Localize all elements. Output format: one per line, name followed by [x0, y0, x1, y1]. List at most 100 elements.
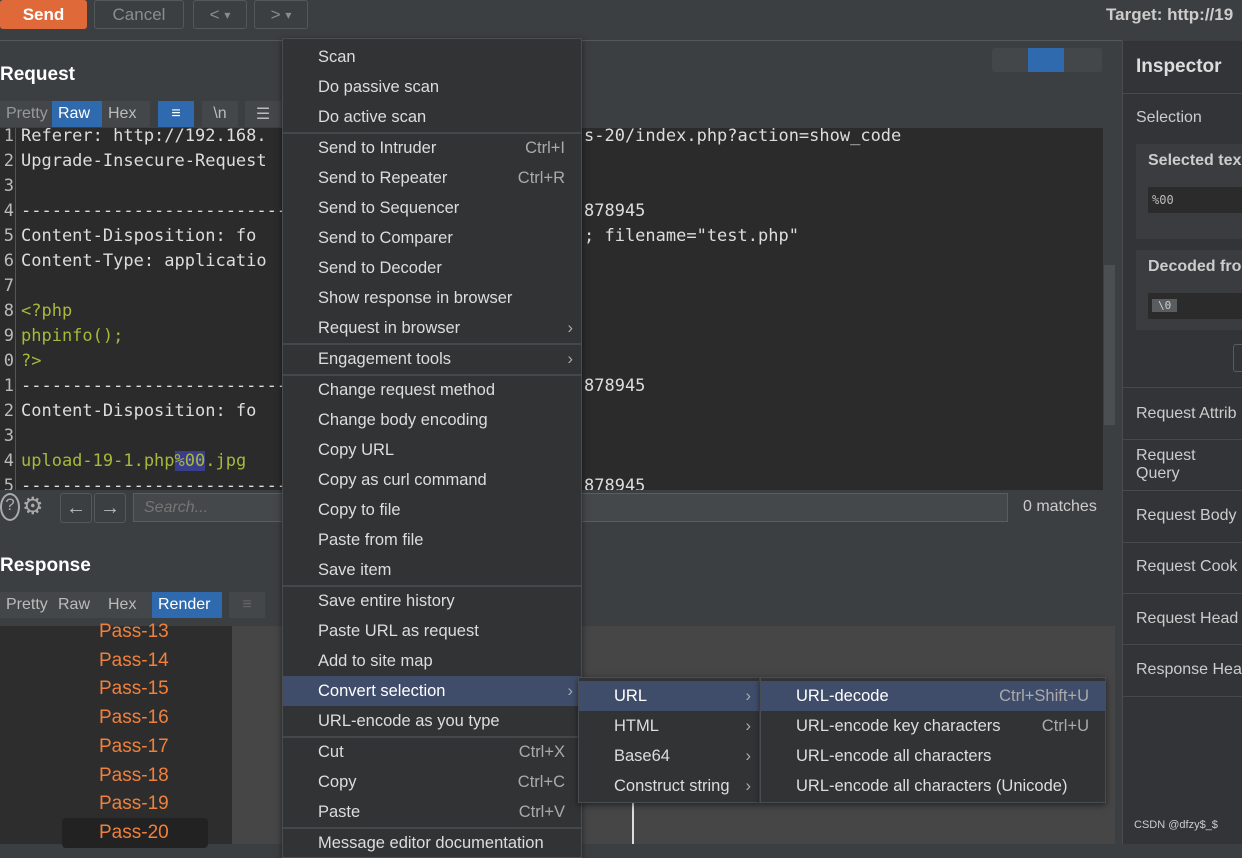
- menu-item-label: Paste from file: [318, 530, 424, 549]
- menu-item[interactable]: HTML ›: [579, 711, 759, 741]
- code-line[interactable]: upload-19-1.php%00.jpg: [21, 451, 246, 471]
- newline-toggle[interactable]: \n: [202, 101, 238, 127]
- selection-heading[interactable]: Selection: [1136, 109, 1202, 127]
- code-line[interactable]: ----------------------------: [21, 376, 308, 396]
- pass-link[interactable]: Pass-17: [99, 736, 169, 758]
- inspector-section[interactable]: Request Head: [1122, 593, 1242, 646]
- menu-item[interactable]: Scan: [283, 42, 581, 72]
- pass-link[interactable]: Pass-18: [99, 765, 169, 787]
- code-line-right[interactable]: 878945: [584, 376, 645, 396]
- menu-item[interactable]: Copy Ctrl+C: [283, 767, 581, 797]
- code-line[interactable]: ----------------------------: [21, 201, 308, 221]
- menu-item[interactable]: URL ›: [579, 681, 759, 711]
- selected-text-value[interactable]: %00: [1148, 187, 1242, 213]
- menu-item[interactable]: Base64 ›: [579, 741, 759, 771]
- menu-item[interactable]: Paste Ctrl+V: [283, 797, 581, 827]
- code-line[interactable]: Content-Disposition: fo: [21, 226, 256, 246]
- menu-item[interactable]: Save item: [283, 555, 581, 585]
- menu-item-label: Cut: [318, 742, 344, 761]
- inspector-section[interactable]: Request Query: [1122, 439, 1242, 492]
- tab-hex[interactable]: Hex: [102, 101, 150, 127]
- code-line-right[interactable]: ; filename="test.php": [584, 226, 799, 246]
- pass-link[interactable]: Pass-13: [99, 621, 169, 643]
- dropdown-icon[interactable]: ▾: [285, 8, 291, 22]
- code-line[interactable]: Referer: http://192.168.: [21, 128, 267, 146]
- menu-item[interactable]: Convert selection ›: [283, 676, 581, 706]
- menu-item[interactable]: Save entire history: [283, 586, 581, 616]
- code-line[interactable]: ----------------------------: [21, 476, 308, 490]
- next-match-button[interactable]: →: [94, 493, 126, 523]
- menu-item[interactable]: Cut Ctrl+X: [283, 737, 581, 767]
- layout-stacked-button[interactable]: [1028, 48, 1064, 72]
- tab-hex[interactable]: Hex: [102, 592, 152, 618]
- pass-link[interactable]: Pass-20: [99, 822, 169, 844]
- history-back-button[interactable]: < ▾: [193, 0, 247, 29]
- selected-text[interactable]: %00: [174, 451, 206, 471]
- menu-item[interactable]: Send to Repeater Ctrl+R: [283, 163, 581, 193]
- previous-match-button[interactable]: ←: [60, 493, 92, 523]
- menu-item[interactable]: URL-decode Ctrl+Shift+U: [761, 681, 1105, 711]
- inspector-section[interactable]: Request Attrib: [1122, 388, 1242, 440]
- menu-item[interactable]: URL-encode all characters: [761, 741, 1105, 771]
- layout-single-button[interactable]: [1064, 48, 1102, 72]
- pass-link[interactable]: Pass-14: [99, 650, 169, 672]
- cancel-button[interactable]: Cancel: [94, 0, 184, 29]
- apply-button[interactable]: [1233, 344, 1242, 372]
- code-line[interactable]: Content-Disposition: fo: [21, 401, 256, 421]
- wrap-lines-icon[interactable]: ≡: [229, 592, 265, 618]
- scrollbar[interactable]: [1104, 265, 1115, 425]
- menu-item[interactable]: Construct string ›: [579, 771, 759, 801]
- settings-gear-icon[interactable]: ⚙: [22, 492, 44, 521]
- menu-item[interactable]: Send to Intruder Ctrl+I: [283, 133, 581, 163]
- code-line[interactable]: Upgrade-Insecure-Request: [21, 151, 267, 171]
- decoded-field[interactable]: \0: [1148, 293, 1242, 319]
- inspector-section[interactable]: Response Hea: [1122, 645, 1242, 697]
- menu-item[interactable]: URL-encode key characters Ctrl+U: [761, 711, 1105, 741]
- wrap-lines-icon[interactable]: ≡: [158, 101, 194, 127]
- menu-item[interactable]: Copy as curl command: [283, 465, 581, 495]
- inspector-section[interactable]: Request Cook: [1122, 542, 1242, 594]
- help-icon[interactable]: ?: [0, 493, 20, 521]
- pass-link[interactable]: Pass-15: [99, 678, 169, 700]
- menu-item[interactable]: Message editor documentation: [283, 828, 581, 858]
- send-button[interactable]: Send: [0, 0, 87, 29]
- menu-item[interactable]: Change body encoding: [283, 405, 581, 435]
- pass-link[interactable]: Pass-16: [99, 707, 169, 729]
- code-line-right[interactable]: s-20/index.php?action=show_code: [584, 128, 901, 146]
- menu-item[interactable]: Request in browser ›: [283, 313, 581, 343]
- menu-item[interactable]: Paste from file: [283, 525, 581, 555]
- tab-pretty[interactable]: Pretty: [0, 592, 52, 618]
- code-line[interactable]: phpinfo();: [21, 326, 123, 346]
- menu-item[interactable]: URL-encode as you type: [283, 706, 581, 736]
- tab-render[interactable]: Render: [152, 592, 222, 618]
- code-line[interactable]: <?php: [21, 301, 72, 321]
- menu-item[interactable]: Send to Comparer: [283, 223, 581, 253]
- layout-side-by-side-button[interactable]: [992, 48, 1028, 72]
- menu-item[interactable]: Do active scan: [283, 102, 581, 132]
- menu-item[interactable]: Send to Decoder: [283, 253, 581, 283]
- code-line[interactable]: Content-Type: applicatio: [21, 251, 267, 271]
- inspector-section[interactable]: Request Body: [1122, 491, 1242, 543]
- menu-item[interactable]: Engagement tools ›: [283, 344, 581, 374]
- pass-link[interactable]: Pass-19: [99, 793, 169, 815]
- tab-raw[interactable]: Raw: [52, 592, 102, 618]
- menu-item-label: URL-encode all characters: [796, 746, 992, 765]
- menu-item[interactable]: Paste URL as request: [283, 616, 581, 646]
- tab-raw[interactable]: Raw: [52, 101, 102, 127]
- line-number: 2: [3, 151, 14, 171]
- tab-pretty[interactable]: Pretty: [0, 101, 52, 127]
- menu-item[interactable]: URL-encode all characters (Unicode): [761, 771, 1105, 801]
- menu-item[interactable]: Copy to file: [283, 495, 581, 525]
- history-forward-button[interactable]: > ▾: [254, 0, 308, 29]
- menu-item[interactable]: Add to site map: [283, 646, 581, 676]
- dropdown-icon[interactable]: ▾: [224, 8, 230, 22]
- code-line-right[interactable]: 878945: [584, 476, 645, 490]
- code-line[interactable]: ?>: [21, 351, 41, 371]
- menu-item[interactable]: Copy URL: [283, 435, 581, 465]
- menu-item[interactable]: Change request method: [283, 375, 581, 405]
- menu-item[interactable]: Show response in browser: [283, 283, 581, 313]
- hamburger-icon[interactable]: ☰: [245, 101, 281, 127]
- code-line-right[interactable]: 878945: [584, 201, 645, 221]
- menu-item[interactable]: Do passive scan: [283, 72, 581, 102]
- menu-item[interactable]: Send to Sequencer: [283, 193, 581, 223]
